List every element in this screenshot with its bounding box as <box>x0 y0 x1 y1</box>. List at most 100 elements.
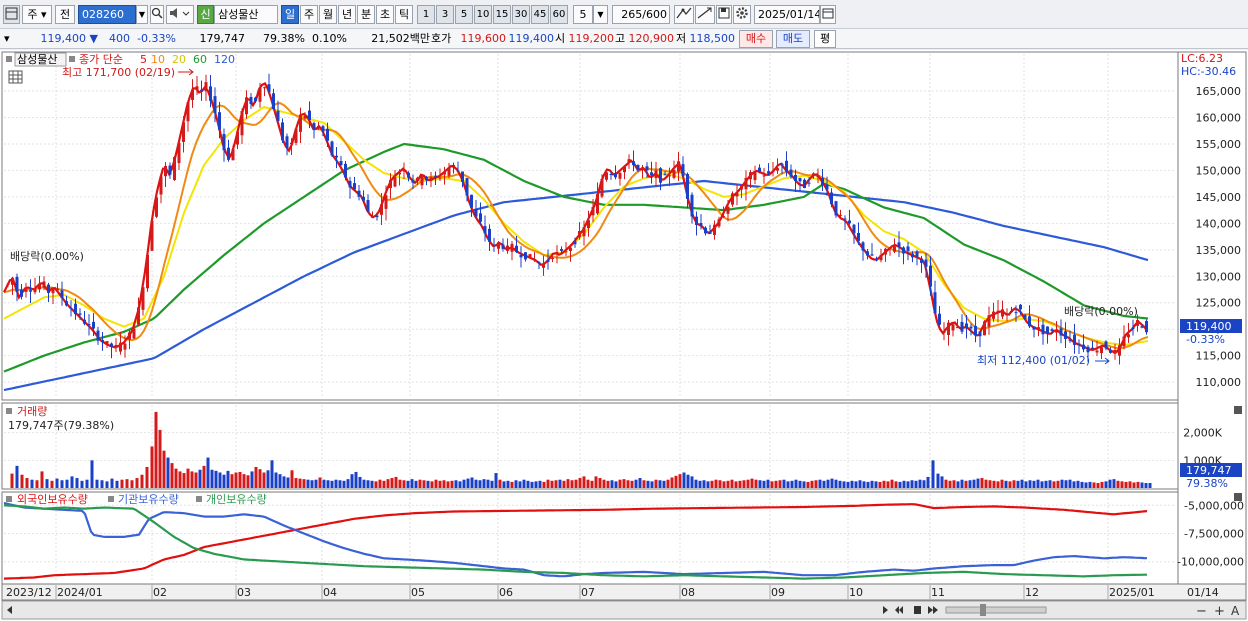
zoom-slider-thumb[interactable] <box>980 604 986 616</box>
ma-legend-120: 120 <box>214 53 235 66</box>
candle-body <box>1064 331 1067 339</box>
price-tick-label: 155,000 <box>1196 138 1242 151</box>
avg-button[interactable]: 평 <box>814 30 836 48</box>
volume-bar <box>936 473 940 488</box>
chart-type-icon[interactable] <box>3 5 20 24</box>
volume-bar <box>186 468 190 488</box>
candle-body <box>843 218 847 220</box>
volume-bar <box>174 468 178 488</box>
volume-bar <box>822 480 826 488</box>
calendar-icon[interactable] <box>820 5 836 24</box>
candle-body <box>308 110 311 120</box>
volume-bar <box>1132 482 1136 488</box>
close-pane-icon[interactable] <box>1234 406 1242 414</box>
chart-canvas[interactable]: 110,000115,000120,000125,000130,000135,0… <box>0 50 1248 621</box>
volume-bar <box>750 478 754 488</box>
buy-button[interactable]: 매수 <box>739 30 773 48</box>
candle-body <box>474 208 478 217</box>
interval-tab[interactable]: 15 <box>493 5 511 24</box>
period-tab[interactable]: 분 <box>357 5 375 24</box>
volume-bar <box>1032 480 1036 488</box>
zoom-slider[interactable] <box>945 606 1047 614</box>
search-icon[interactable] <box>150 5 164 24</box>
interval-value[interactable]: 5 <box>573 5 593 24</box>
volume-bar <box>586 479 590 488</box>
period-tab[interactable]: 틱 <box>395 5 413 24</box>
interval-tab[interactable]: 45 <box>531 5 549 24</box>
candle-body <box>65 301 68 306</box>
volume-bar <box>318 477 322 488</box>
auto-scale-icon[interactable]: A <box>1231 604 1240 618</box>
date-input[interactable]: 2025/01/14 <box>754 5 820 24</box>
interval-tab[interactable]: 10 <box>474 5 492 24</box>
volume-bar <box>498 479 502 488</box>
draw-line-icon[interactable] <box>695 5 715 24</box>
candle-body <box>830 192 833 205</box>
interval-tab[interactable]: 30 <box>512 5 530 24</box>
candle-body <box>177 142 181 164</box>
candle-body <box>326 128 329 141</box>
volume-bar <box>105 481 109 488</box>
volume-bar <box>802 481 806 488</box>
interval-tab[interactable]: 5 <box>455 5 473 24</box>
period-tab[interactable]: 년 <box>338 5 356 24</box>
interval-tab[interactable]: 1 <box>417 5 435 24</box>
zoom-out-icon[interactable]: − <box>1196 604 1207 619</box>
interval-dropdown-icon[interactable]: ▼ <box>593 5 608 24</box>
candle-body <box>695 216 698 225</box>
week-select[interactable]: 주 ▾ <box>22 5 52 24</box>
candle-body <box>1118 345 1121 356</box>
candle-body <box>762 175 766 177</box>
candle-body <box>956 327 959 329</box>
price-title: 삼성물산 <box>17 53 57 66</box>
volume-bar <box>55 478 59 488</box>
stock-code-input[interactable]: 028260 <box>78 5 136 24</box>
candle-body <box>182 122 185 142</box>
prev-button[interactable]: 전 <box>55 5 75 24</box>
zoom-in-icon[interactable]: + <box>1214 604 1225 619</box>
volume-bar <box>454 480 458 488</box>
speaker-icon[interactable] <box>166 5 194 24</box>
period-tab[interactable]: 일 <box>281 5 299 24</box>
volume-bar <box>1076 480 1080 488</box>
volume-bar <box>394 476 398 488</box>
candle-body <box>321 126 325 132</box>
volume-bar <box>774 480 778 488</box>
stock-name-field[interactable]: 삼성물산 <box>214 5 278 24</box>
volume-bar <box>25 478 29 488</box>
interval-tab[interactable]: 60 <box>550 5 568 24</box>
volume-bar <box>858 480 862 488</box>
period-tab[interactable]: 초 <box>376 5 394 24</box>
candle-body <box>317 125 320 127</box>
period-tab[interactable]: 주 <box>300 5 318 24</box>
close-pane-icon[interactable] <box>1234 493 1242 501</box>
grid-toggle-icon[interactable] <box>8 70 23 84</box>
volume-bar <box>330 480 334 488</box>
candle-body <box>884 248 887 255</box>
quote-dropdown-icon[interactable]: ▾ <box>4 31 18 47</box>
x-tick-label: 11 <box>931 586 945 599</box>
candle-body <box>371 216 374 218</box>
bar-count-field[interactable]: 265/600 <box>612 5 670 24</box>
sell-button[interactable]: 매도 <box>776 30 810 48</box>
volume-bar <box>462 479 466 488</box>
volume-bar <box>948 480 952 488</box>
candle-body <box>51 288 55 294</box>
candle-body <box>195 86 199 91</box>
candle-body <box>771 171 775 173</box>
stop-icon[interactable] <box>914 606 921 614</box>
code-dropdown-icon[interactable]: ▼ <box>136 5 148 24</box>
save-icon[interactable] <box>716 5 732 24</box>
interval-tab[interactable]: 3 <box>436 5 454 24</box>
candle-body <box>1145 320 1148 333</box>
candle-body <box>42 281 46 288</box>
candle-body <box>6 283 10 285</box>
candle-body <box>78 313 82 315</box>
tools-icon[interactable] <box>674 5 694 24</box>
candle-body <box>542 263 545 268</box>
period-tab[interactable]: 월 <box>319 5 337 24</box>
candle-body <box>519 254 523 258</box>
scroll-bar[interactable] <box>1 600 1247 620</box>
candle-body <box>114 344 118 347</box>
gear-icon[interactable] <box>733 5 751 24</box>
